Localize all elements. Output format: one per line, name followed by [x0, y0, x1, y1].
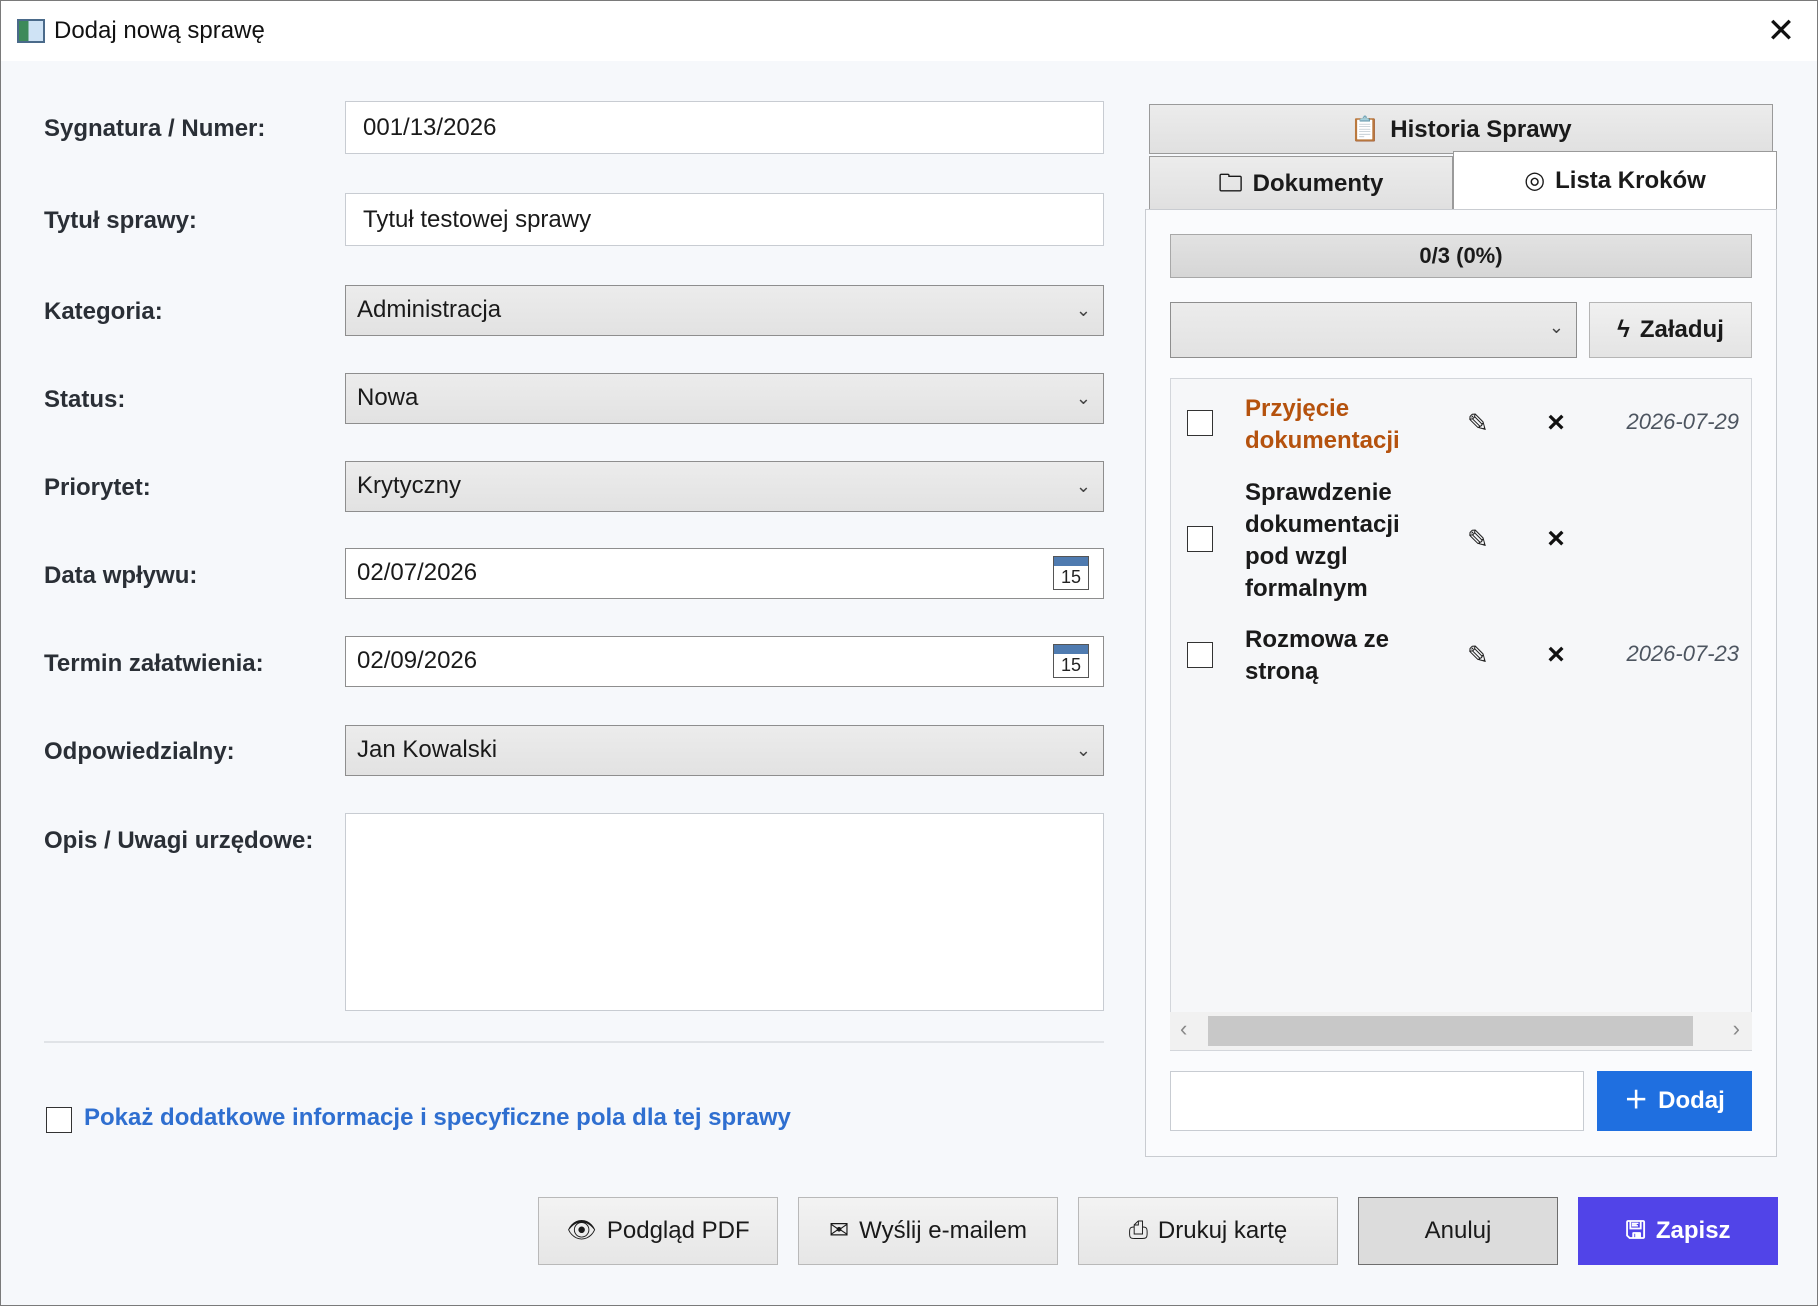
deadline-value: 02/09/2026: [357, 647, 478, 674]
send-email-button[interactable]: ✉ Wyślij e-mailem: [798, 1197, 1058, 1265]
eye-icon: 👁: [566, 1217, 597, 1244]
tab-history-label: Historia Sprawy: [1390, 116, 1572, 143]
cancel-button[interactable]: Anuluj: [1358, 1197, 1558, 1265]
load-template-button[interactable]: ϟ Załaduj: [1589, 302, 1752, 358]
tab-documents[interactable]: 🗀 Dokumenty: [1149, 156, 1453, 210]
close-icon[interactable]: ×: [1541, 408, 1571, 438]
close-icon[interactable]: ×: [1541, 640, 1571, 670]
responsible-select[interactable]: Jan Kowalski ⌄: [345, 725, 1104, 776]
priority-select[interactable]: Krytyczny ⌄: [345, 461, 1104, 512]
priority-value: Krytyczny: [357, 472, 462, 499]
chevron-left-icon[interactable]: ‹: [1180, 1016, 1187, 1042]
priority-label: Priorytet:: [44, 474, 151, 501]
tab-steps-label: Lista Kroków: [1555, 167, 1706, 194]
add-step-button[interactable]: ＋ Dodaj: [1597, 1071, 1752, 1131]
status-label: Status:: [44, 386, 126, 413]
edit-icon[interactable]: ✎: [1467, 640, 1501, 670]
step-name: Przyjęcie dokumentacji: [1245, 395, 1400, 454]
step-checkbox[interactable]: [1187, 410, 1213, 436]
description-label: Opis / Uwagi urzędowe:: [44, 827, 314, 854]
send-email-label: Wyślij e-mailem: [859, 1217, 1027, 1244]
signature-input[interactable]: 001/13/2026: [345, 101, 1104, 154]
step-name: Rozmowa ze stroną: [1245, 626, 1390, 685]
history-icon: 📋: [1350, 116, 1381, 143]
target-icon: ◎: [1524, 167, 1546, 194]
add-case-dialog: Dodaj nową sprawę ✕ Sygnatura / Numer: 0…: [0, 0, 1818, 1306]
lightning-icon: ϟ: [1617, 316, 1630, 343]
deadline-label: Termin załatwienia:: [44, 650, 264, 677]
calendar-day: 15: [1060, 655, 1082, 675]
print-card-label: Drukuj kartę: [1157, 1217, 1288, 1244]
chevron-down-icon: ⌄: [1075, 476, 1091, 496]
printer-icon: ⎙: [1128, 1217, 1148, 1244]
plus-icon: ＋: [1624, 1087, 1649, 1114]
chevron-down-icon: ⌄: [1075, 388, 1091, 408]
step-date: 2026-07-23: [1626, 641, 1739, 666]
category-select[interactable]: Administracja ⌄: [345, 285, 1104, 336]
chevron-down-icon: ⌄: [1075, 300, 1091, 320]
category-label: Kategoria:: [44, 298, 163, 325]
close-icon[interactable]: ×: [1541, 524, 1571, 554]
load-button-label: Załaduj: [1639, 316, 1724, 343]
extra-fields-label[interactable]: Pokaż dodatkowe informacje i specyficzne…: [84, 1104, 791, 1132]
extra-fields-checkbox[interactable]: [46, 1107, 72, 1133]
add-button-label: Dodaj: [1658, 1087, 1725, 1114]
new-step-input[interactable]: [1170, 1071, 1584, 1131]
deadline-picker[interactable]: 02/09/2026 15: [345, 636, 1104, 687]
steps-list: Przyjęcie dokumentacji ✎ × 2026-07-29 Sp…: [1170, 378, 1752, 1051]
chevron-right-icon[interactable]: ›: [1733, 1016, 1740, 1042]
save-label: Zapisz: [1655, 1217, 1731, 1244]
cancel-label: Anuluj: [1424, 1217, 1492, 1244]
edit-icon[interactable]: ✎: [1467, 408, 1501, 438]
status-value: Nowa: [357, 384, 419, 411]
folder-icon: 🗀: [1218, 170, 1243, 197]
description-textarea[interactable]: [345, 813, 1104, 1011]
steps-progress-bar: 0/3 (0%): [1170, 234, 1752, 278]
case-title-input[interactable]: Tytuł testowej sprawy: [345, 193, 1104, 246]
step-template-select[interactable]: ⌄: [1170, 302, 1577, 358]
category-value: Administracja: [357, 296, 502, 323]
close-icon[interactable]: ✕: [1755, 7, 1807, 55]
date-received-picker[interactable]: 02/07/2026 15: [345, 548, 1104, 599]
calendar-icon[interactable]: 15: [1053, 556, 1089, 590]
tab-history[interactable]: 📋 Historia Sprawy: [1149, 104, 1773, 154]
print-card-button[interactable]: ⎙ Drukuj kartę: [1078, 1197, 1338, 1265]
divider: [44, 1041, 1104, 1043]
step-date: 2026-07-29: [1626, 409, 1739, 434]
calendar-day: 15: [1060, 567, 1082, 587]
title-bar: Dodaj nową sprawę ✕: [1, 1, 1817, 61]
floppy-icon: 🖫: [1625, 1217, 1646, 1244]
signature-label: Sygnatura / Numer:: [44, 115, 266, 142]
step-checkbox[interactable]: [1187, 526, 1213, 552]
app-icon: [17, 19, 45, 43]
pdf-preview-button[interactable]: 👁 Podgląd PDF: [538, 1197, 778, 1265]
horizontal-scrollbar[interactable]: ‹ ›: [1170, 1012, 1752, 1050]
calendar-icon[interactable]: 15: [1053, 644, 1089, 678]
chevron-down-icon: ⌄: [1548, 317, 1564, 337]
edit-icon[interactable]: ✎: [1467, 524, 1501, 554]
tab-documents-label: Dokumenty: [1252, 170, 1384, 197]
date-received-label: Data wpływu:: [44, 562, 198, 589]
save-button[interactable]: 🖫 Zapisz: [1578, 1197, 1778, 1265]
status-select[interactable]: Nowa ⌄: [345, 373, 1104, 424]
date-received-value: 02/07/2026: [357, 559, 478, 586]
window-title: Dodaj nową sprawę: [54, 17, 265, 44]
step-checkbox[interactable]: [1187, 642, 1213, 668]
case-title-label: Tytuł sprawy:: [44, 207, 197, 234]
step-name: Sprawdzenie dokumentacji pod wzgl formal…: [1245, 479, 1400, 602]
responsible-value: Jan Kowalski: [357, 736, 498, 763]
chevron-down-icon: ⌄: [1075, 740, 1091, 760]
pdf-preview-label: Podgląd PDF: [606, 1217, 750, 1244]
tab-steps[interactable]: ◎ Lista Kroków: [1453, 151, 1777, 211]
responsible-label: Odpowiedzialny:: [44, 738, 235, 765]
scrollbar-thumb[interactable]: [1208, 1016, 1693, 1046]
envelope-icon: ✉: [829, 1217, 850, 1244]
